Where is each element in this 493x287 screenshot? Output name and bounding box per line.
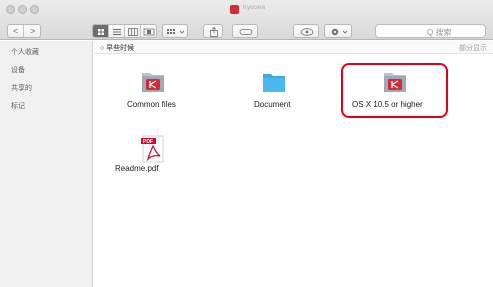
kyocera-logo-icon	[230, 5, 239, 14]
quick-look-button[interactable]	[293, 24, 319, 38]
arrange-icon	[167, 29, 185, 34]
folder-kyocera-icon	[142, 73, 164, 92]
minimize-window-button[interactable]	[18, 5, 27, 14]
file-item[interactable]: PDF Readme.pdf	[115, 128, 188, 178]
back-button[interactable]: <	[8, 25, 24, 37]
group-title: ○ 早些时候	[100, 45, 135, 52]
chevron-left-icon: <	[13, 26, 19, 36]
sidebar-item-shared[interactable]: 共享的	[11, 83, 32, 93]
view-mode-control	[92, 24, 157, 38]
icon-view-button[interactable]	[93, 25, 109, 37]
nav-buttons: < >	[7, 24, 41, 38]
pdf-icon: PDF	[141, 135, 164, 163]
sidebar: 个人收藏 设备 共享的 标记	[0, 41, 93, 287]
svg-text:PDF: PDF	[143, 139, 153, 145]
zoom-window-button[interactable]	[30, 5, 39, 14]
file-name: Common files	[127, 100, 176, 109]
close-window-button[interactable]	[6, 5, 15, 14]
window-title: Kyocera	[243, 5, 266, 11]
file-name: Readme.pdf	[115, 164, 159, 173]
grid-icon	[98, 29, 104, 35]
sidebar-item-tags[interactable]: 标记	[11, 101, 25, 111]
search-placeholder: Q 搜索	[427, 28, 452, 37]
file-item[interactable]: Document	[239, 62, 309, 117]
group-header: ○ 早些时候 部分显示	[94, 41, 493, 54]
forward-button[interactable]: >	[24, 25, 41, 37]
selection-highlight	[341, 63, 448, 118]
column-view-button[interactable]	[125, 25, 141, 37]
show-partial-link[interactable]: 部分显示	[459, 43, 487, 53]
file-name: Document	[254, 100, 291, 109]
cover-flow-button[interactable]	[141, 25, 157, 37]
gear-icon	[331, 28, 348, 36]
edit-tags-button[interactable]	[232, 24, 258, 38]
file-item[interactable]: Common files	[118, 62, 188, 117]
arrange-button[interactable]	[162, 24, 188, 38]
share-icon	[210, 26, 218, 37]
search-input[interactable]: Q 搜索	[375, 24, 486, 38]
list-icon	[113, 29, 121, 35]
cover-flow-icon	[143, 28, 155, 36]
sidebar-item-favorites[interactable]: 个人收藏	[11, 47, 39, 57]
title-bar: Kyocera < > Q 搜索	[0, 0, 493, 40]
eye-icon	[300, 28, 314, 36]
action-menu-button[interactable]	[324, 24, 352, 38]
chevron-right-icon: >	[30, 26, 36, 36]
tag-icon	[239, 29, 253, 35]
share-button[interactable]	[203, 24, 223, 38]
sidebar-item-devices[interactable]: 设备	[11, 65, 25, 75]
list-view-button[interactable]	[109, 25, 125, 37]
columns-icon	[128, 28, 138, 36]
folder-icon	[263, 74, 285, 92]
